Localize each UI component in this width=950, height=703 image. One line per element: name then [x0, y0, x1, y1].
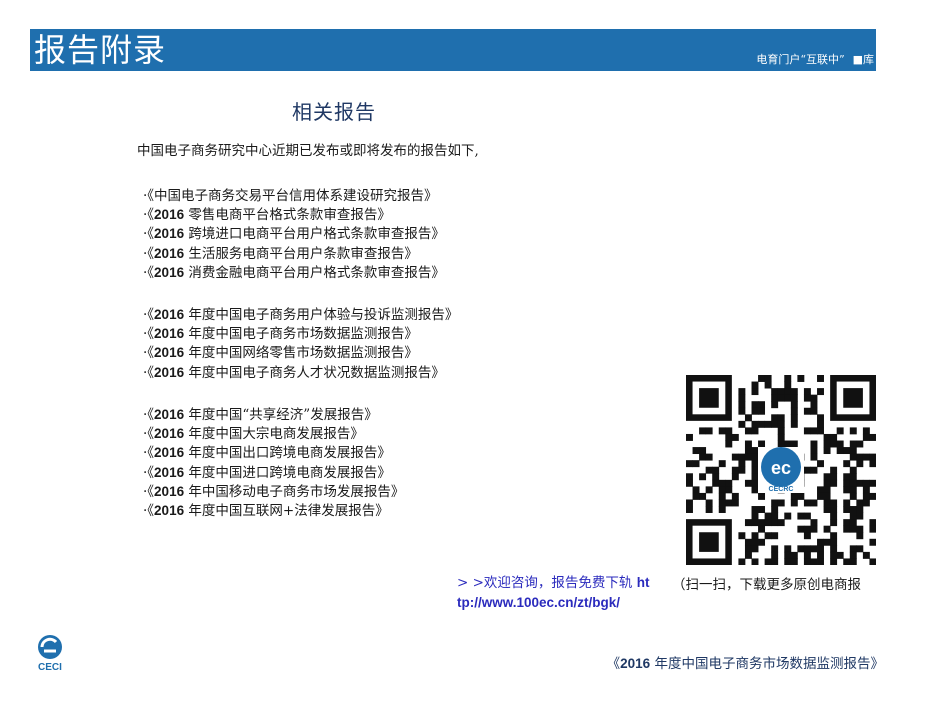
- intro-text: 中国电子商务研究中心近期已发布或即将发布的报告如下,: [137, 143, 479, 159]
- report-year: 2016: [154, 307, 185, 322]
- report-item[interactable]: ·《2016 年中国移动电子商务市场发展报告》: [143, 482, 404, 501]
- report-title: 生活服务电商平台用户条款审查报告》: [188, 245, 418, 262]
- report-year: 2016: [154, 464, 185, 480]
- bullet: ·《: [143, 464, 155, 481]
- bullet: ·《: [143, 407, 155, 423]
- report-group-1: ·《中国电子商务交易平台信用体系建设研究报告》 ·《2016 零售电商平台格式条…: [143, 186, 445, 282]
- report-year: 2016: [154, 407, 185, 422]
- bullet: ·《: [143, 188, 155, 204]
- report-title: 年度中国出口跨境电商发展报告》: [188, 445, 391, 462]
- consult-link[interactable]: > >欢迎咨询，报告免费下轨 http://www.100ec.cn/zt/bg…: [457, 573, 653, 613]
- bullet: ·《: [143, 364, 155, 381]
- report-year: 2016: [154, 245, 185, 261]
- scan-text: （扫一扫，下载更多原创电商报: [672, 577, 861, 593]
- header-bar: 报告附录 电育门户“互联中” ■库: [30, 29, 876, 71]
- bullet: ·《: [143, 502, 155, 519]
- report-year: 2016: [154, 226, 185, 242]
- bullet: ·《: [143, 345, 155, 362]
- qr-badge-label: CECRC: [769, 486, 794, 493]
- bullet: ·《: [143, 483, 155, 500]
- report-item[interactable]: ·《2016 消费金融电商平台用户格式条款审查报告》: [143, 263, 445, 282]
- report-item[interactable]: ·《中国电子商务交易平台信用体系建设研究报告》: [143, 186, 445, 205]
- report-item[interactable]: ·《2016 年度中国大宗电商发展报告》: [143, 424, 404, 443]
- bullet: ·《: [143, 307, 155, 323]
- report-item[interactable]: ·《2016 年度中国电子商务用户体验与投诉监测报告》: [143, 305, 458, 324]
- report-year: 2016: [154, 445, 185, 461]
- footer-lead: 《: [606, 656, 621, 672]
- qr-code[interactable]: ec CECRC: [686, 375, 876, 565]
- report-title: 年度中国电子商务用户体验与投诉监测报告》: [188, 307, 459, 323]
- report-title: 跨境进口电商平台用户格式条款审查报告》: [188, 226, 445, 243]
- bullet: ·《: [143, 426, 155, 443]
- report-year: 2016: [154, 502, 185, 518]
- report-title: 消费金融电商平台用户格式条款审查报告》: [188, 264, 445, 281]
- report-title: 年度中国电子商务市场数据监测报告》: [188, 326, 418, 343]
- report-item[interactable]: ·《2016 年度中国电子商务人才状况数据监测报告》: [143, 363, 458, 382]
- report-item[interactable]: ·《2016 年度中国进口跨境电商发展报告》: [143, 463, 404, 482]
- report-year: 2016: [154, 364, 185, 380]
- report-year: 2016: [154, 326, 185, 342]
- report-item[interactable]: ·《2016 年度中国电子商务市场数据监测报告》: [143, 324, 458, 343]
- report-item[interactable]: ·《2016 年度中国互联网+法律发展报告》: [143, 501, 404, 520]
- qr-badge-logo: ec: [771, 458, 791, 478]
- bullet: ·《: [143, 445, 155, 462]
- consult-lead: > >欢迎咨询，报告免费下轨: [457, 575, 633, 591]
- page-title: 报告附录: [34, 31, 167, 69]
- report-group-3: ·《2016 年度中国“共享经济”发展报告》 ·《2016 年度中国大宗电商发展…: [143, 405, 404, 520]
- footer-text: 年度中国电子商务市场数据监测报告》: [654, 656, 885, 672]
- report-year: 2016: [154, 207, 185, 223]
- bullet: ·《: [143, 226, 155, 243]
- header-subtitle-text: 电育门户“互联中”: [756, 53, 845, 66]
- report-year: 2016: [154, 345, 185, 361]
- report-year: 2016: [154, 264, 185, 280]
- report-year: 2016: [154, 483, 185, 499]
- report-item[interactable]: ·《2016 生活服务电商平台用户条款审查报告》: [143, 244, 445, 263]
- report-title: 年度中国大宗电商发展报告》: [188, 426, 364, 443]
- report-item[interactable]: ·《2016 年度中国网络零售市场数据监测报告》: [143, 343, 458, 362]
- report-title: 年度中国电子商务人才状况数据监测报告》: [188, 364, 445, 381]
- report-title: 中国电子商务交易平台信用体系建设研究报告》: [154, 188, 438, 204]
- bullet: ·《: [143, 245, 155, 262]
- report-year: 2016: [154, 426, 185, 442]
- report-item[interactable]: ·《2016 跨境进口电商平台用户格式条款审查报告》: [143, 224, 445, 243]
- report-title: 年度中国“共享经济”发展报告》: [188, 407, 378, 423]
- report-title: 年度中国互联网+法律发展报告》: [188, 502, 389, 519]
- section-title: 相关报告: [292, 100, 376, 124]
- logo-label: CECI: [38, 662, 62, 673]
- footer-year: 2016: [620, 656, 651, 671]
- report-item[interactable]: ·《2016 年度中国出口跨境电商发展报告》: [143, 443, 404, 462]
- footer-report-title: 《2016 年度中国电子商务市场数据监测报告》: [607, 652, 884, 672]
- report-title: 年度中国进口跨境电商发展报告》: [188, 464, 391, 481]
- report-title: 年中国移动电子商务市场发展报告》: [188, 483, 405, 500]
- report-title: 零售电商平台格式条款审查报告》: [188, 207, 391, 224]
- qr-code-icon: ec CECRC: [686, 375, 876, 565]
- bullet: ·《: [143, 326, 155, 343]
- header-subtitle-tail: ■库: [852, 53, 874, 66]
- report-group-2: ·《2016 年度中国电子商务用户体验与投诉监测报告》 ·《2016 年度中国电…: [143, 305, 458, 382]
- header-subtitle: 电育门户“互联中” ■库: [756, 53, 874, 67]
- bullet: ·《: [143, 207, 155, 224]
- report-title: 年度中国网络零售市场数据监测报告》: [188, 345, 418, 362]
- report-item[interactable]: ·《2016 年度中国“共享经济”发展报告》: [143, 405, 404, 424]
- report-item[interactable]: ·《2016 零售电商平台格式条款审查报告》: [143, 205, 445, 224]
- bullet: ·《: [143, 264, 155, 281]
